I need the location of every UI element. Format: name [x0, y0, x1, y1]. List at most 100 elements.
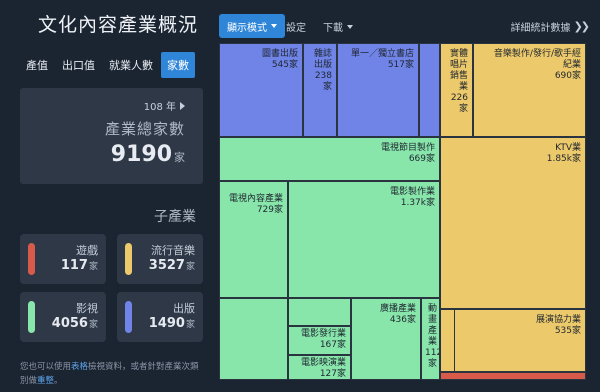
summary-value: 9190: [110, 142, 172, 167]
detail-stats-label: 詳細統計數據: [510, 23, 571, 34]
category-unit: 家: [185, 262, 195, 272]
summary-card: 108 年 產業總家數 9190 家: [20, 88, 203, 184]
treemap-cell-value: 167家: [319, 340, 346, 350]
tab-export-value[interactable]: 出口值: [56, 52, 101, 78]
reorganize-link[interactable]: 重整: [37, 376, 54, 386]
display-mode-label: 顯示模式: [227, 22, 267, 34]
treemap-cell-book-publishing[interactable]: 圖書出版 545家: [219, 43, 303, 137]
category-value-row: 3527 家: [149, 258, 195, 273]
treemap-cell-label-wrap: 動畫產業112家: [425, 304, 439, 370]
tab-employment[interactable]: 就業人數: [103, 52, 159, 78]
treemap-cell-label: 動畫產業: [427, 304, 437, 347]
category-unit: 家: [88, 320, 98, 330]
treemap-cell-magazine[interactable]: 雜誌出版 238家: [303, 43, 337, 137]
treemap-cell-value: 226家: [450, 93, 468, 114]
treemap-cell-value: 127家: [319, 369, 346, 379]
treemap-cell-label-wrap: 音樂製作/發行/歌手經紀業 690家: [485, 49, 581, 82]
category-color-bar: [125, 243, 132, 275]
category-value: 4056: [51, 316, 88, 331]
treemap-cell-film-production[interactable]: 電影製作業 1.37k家: [288, 181, 440, 298]
double-chevron-right-icon: ❯❯: [573, 20, 591, 33]
treemap-cell-games[interactable]: [440, 372, 586, 380]
download-button[interactable]: 下載: [323, 19, 353, 34]
table-link[interactable]: 表格: [71, 362, 88, 372]
treemap-cell-animation[interactable]: 動畫產業112家: [421, 298, 440, 380]
treemap-cell-label-wrap: 電影映演業 127家: [300, 358, 346, 379]
treemap-cell-music-minor[interactable]: [440, 309, 455, 372]
treemap-cell-label-wrap: KTV業 1.85k家: [547, 143, 581, 165]
treemap-cell-label: 展演協力業: [535, 315, 581, 325]
category-color-bar: [28, 301, 35, 333]
treemap-cell-performance-support[interactable]: 展演協力業 535家: [440, 309, 586, 372]
treemap-cell-label-wrap: 展演協力業 535家: [536, 315, 581, 337]
treemap-cell-label-wrap: 雜誌出版 238家: [310, 49, 332, 93]
treemap-cell-film-distribution[interactable]: 電影發行業 167家: [288, 326, 351, 355]
treemap-cell-film-tv-minor[interactable]: [288, 298, 351, 326]
category-name: 影視: [76, 302, 98, 315]
treemap-cell-label-wrap: 實體唱片銷售業 226家: [446, 49, 468, 115]
category-value-row: 1490 家: [149, 316, 195, 331]
treemap-cell-label: 圖書出版: [261, 49, 298, 59]
caret-down-icon: [271, 24, 277, 28]
download-label: 下載: [323, 23, 343, 34]
year-selector[interactable]: 108 年: [144, 98, 185, 113]
treemap-cell-value: 238家: [314, 71, 332, 92]
treemap-cell-label-wrap: 圖書出版 545家: [262, 49, 298, 71]
treemap-cell-value: 729家: [256, 205, 283, 215]
year-label: 108 年: [143, 102, 176, 113]
footnote: 您也可以使用表格檢視資料，或者針對產業次類別做重整。: [20, 360, 205, 388]
category-card-pop-music[interactable]: 流行音樂 3527 家: [117, 234, 203, 284]
category-card-publishing[interactable]: 出版 1490 家: [117, 292, 203, 342]
category-value: 117: [60, 258, 88, 273]
treemap-cell-value: 690家: [554, 71, 581, 81]
treemap-cell-value: 669家: [408, 154, 435, 164]
category-name: 遊戲: [76, 244, 98, 257]
treemap-cell-publishing-other[interactable]: [419, 43, 440, 137]
treemap-cell-music-production[interactable]: 音樂製作/發行/歌手經紀業 690家: [473, 43, 586, 137]
treemap-cell-film-tv-other[interactable]: [219, 298, 288, 380]
category-value: 3527: [148, 258, 185, 273]
summary-unit: 家: [174, 151, 185, 164]
settings-button[interactable]: 設定: [286, 19, 306, 34]
detail-stats-link[interactable]: 詳細統計數據 ❯❯: [510, 19, 591, 34]
treemap-cell-value: 436家: [389, 315, 416, 325]
treemap-cell-label: 實體唱片銷售業: [449, 49, 468, 92]
category-name: 出版: [173, 302, 195, 315]
category-unit: 家: [185, 320, 195, 330]
treemap-cell-film-screening[interactable]: 電影映演業 127家: [288, 355, 351, 380]
summary-label: 產業總家數: [104, 120, 185, 138]
treemap-cell-label: 雜誌出版: [313, 49, 332, 70]
treemap-cell-broadcast[interactable]: 廣播產業 436家: [351, 298, 421, 380]
treemap-cell-label: 電影製作業: [389, 187, 435, 197]
treemap-cell-label-wrap: 單一／獨立書店 517家: [344, 49, 414, 71]
tab-output-value[interactable]: 產值: [20, 52, 54, 78]
treemap-cell-tv-content[interactable]: 電視內容產業 729家: [219, 181, 288, 298]
category-color-bar: [28, 243, 35, 275]
category-value-row: 117 家: [61, 258, 98, 273]
treemap-cell-label: 電影映演業: [300, 358, 346, 368]
category-card-games[interactable]: 遊戲 117 家: [20, 234, 106, 284]
treemap-cell-label-wrap: 廣播產業 436家: [380, 304, 416, 326]
treemap-cell-label: 廣播產業: [379, 304, 416, 314]
category-value: 1490: [148, 316, 185, 331]
treemap-cell-label: 單一／獨立書店: [350, 49, 414, 59]
treemap-cell-label: 電視節目製作: [380, 143, 435, 153]
tab-company-count[interactable]: 家數: [161, 52, 195, 78]
category-unit: 家: [88, 262, 98, 272]
category-card-film-tv[interactable]: 影視 4056 家: [20, 292, 106, 342]
treemap-cell-bookstore[interactable]: 單一／獨立書店 517家: [337, 43, 419, 137]
treemap-cell-ktv[interactable]: KTV業 1.85k家: [440, 137, 586, 309]
treemap-cell-tv-program[interactable]: 電視節目製作 669家: [219, 137, 440, 181]
treemap-cell-value: 535家: [554, 326, 581, 336]
treemap-cell-record-sales[interactable]: 實體唱片銷售業 226家: [440, 43, 473, 137]
category-color-bar: [125, 301, 132, 333]
treemap-cell-label: 音樂製作/發行/歌手經紀業: [493, 49, 581, 70]
treemap-cell-label: KTV業: [555, 143, 581, 153]
treemap-cell-label: 電視內容產業: [228, 194, 283, 204]
summary-value-row: 9190 家: [111, 142, 185, 167]
triangle-right-icon: [180, 101, 185, 110]
display-mode-button[interactable]: 顯示模式: [219, 14, 285, 38]
treemap-cell-label: 電影發行業: [300, 329, 346, 339]
treemap-cell-label-wrap: 電影發行業 167家: [301, 329, 346, 351]
footnote-text-1: 您也可以使用: [20, 362, 72, 372]
